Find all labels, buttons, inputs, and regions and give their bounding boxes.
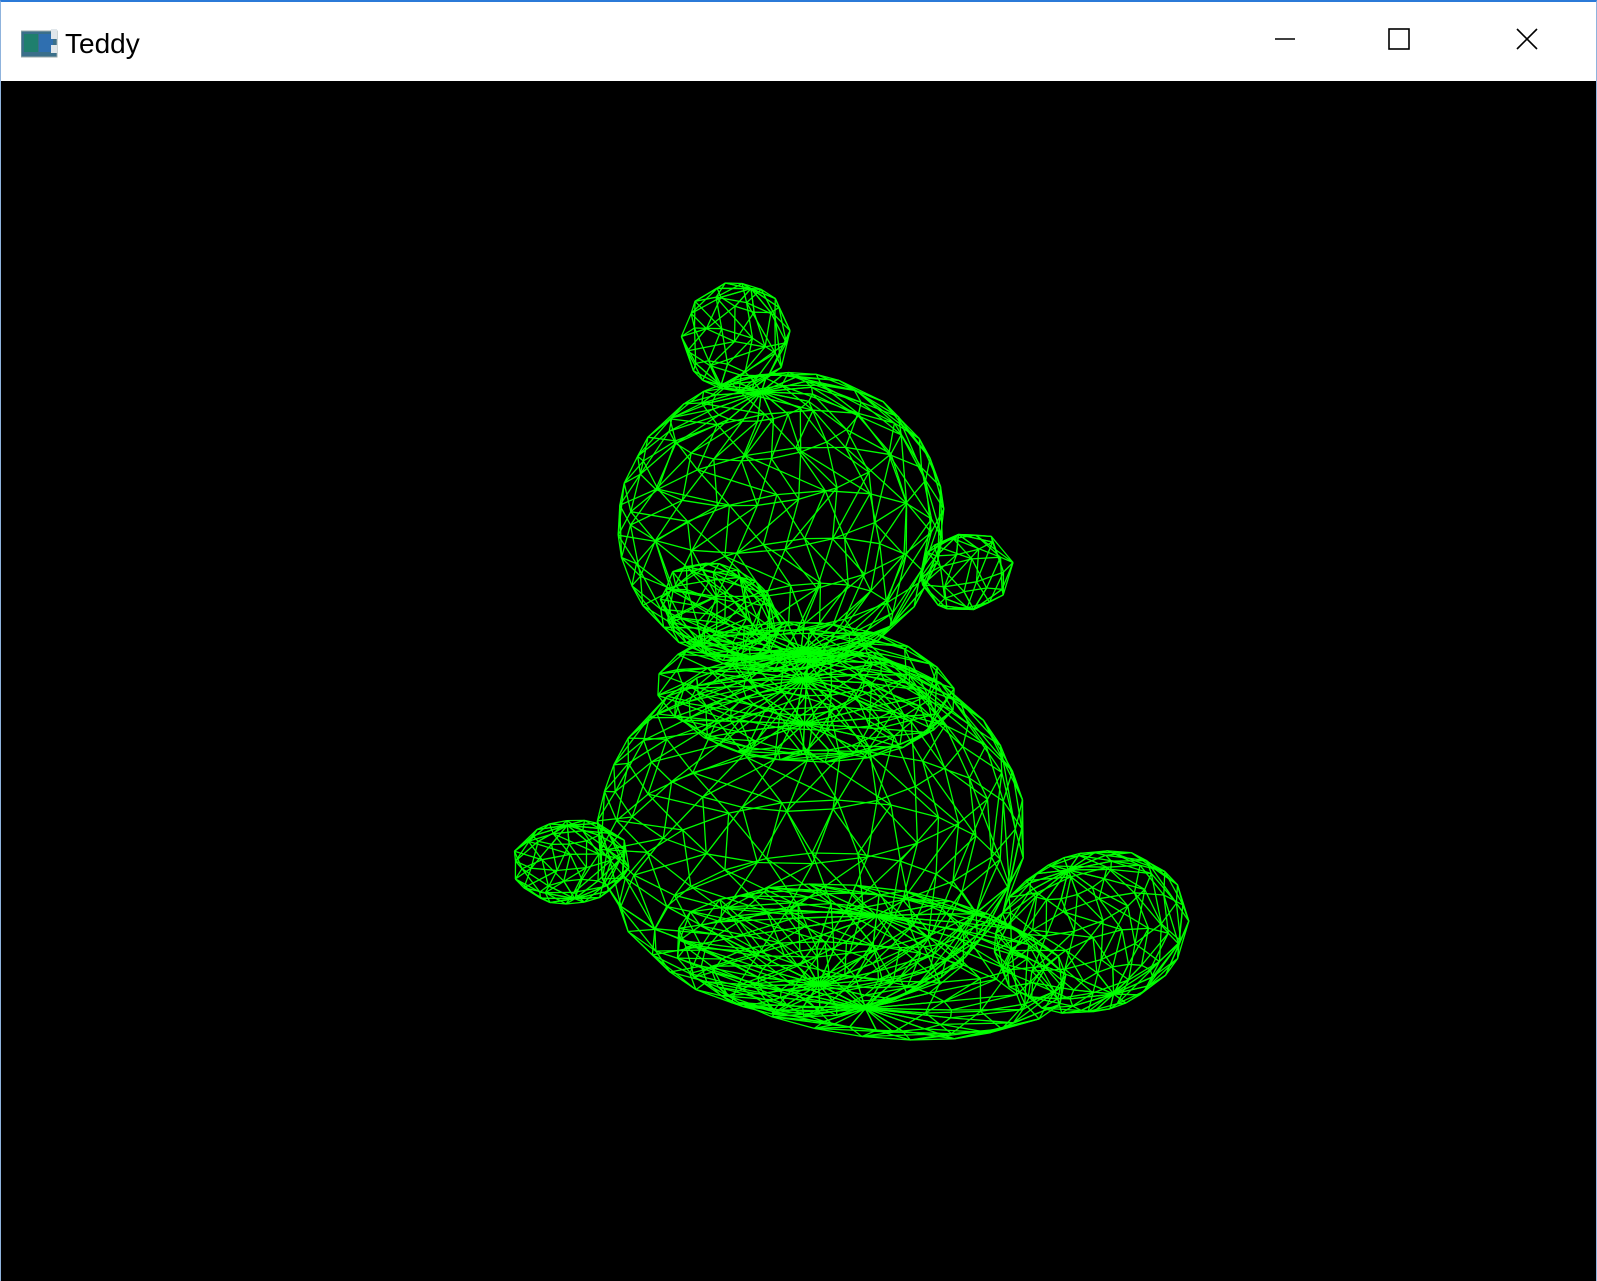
- title-bar[interactable]: Teddy: [1, 2, 1596, 81]
- close-button[interactable]: [1456, 2, 1597, 81]
- minimize-icon: [1273, 27, 1297, 56]
- minimize-button[interactable]: [1228, 2, 1342, 81]
- maximize-icon: [1387, 27, 1411, 56]
- close-icon: [1515, 27, 1539, 56]
- opengl-viewport[interactable]: [1, 81, 1596, 1281]
- teddy-wireframe: [513, 282, 1190, 1041]
- maximize-button[interactable]: [1342, 2, 1456, 81]
- app-icon[interactable]: [20, 29, 59, 59]
- window-title: Teddy: [65, 28, 140, 59]
- wireframe-mesh: [513, 282, 1190, 1041]
- app-window: Teddy: [0, 0, 1597, 1281]
